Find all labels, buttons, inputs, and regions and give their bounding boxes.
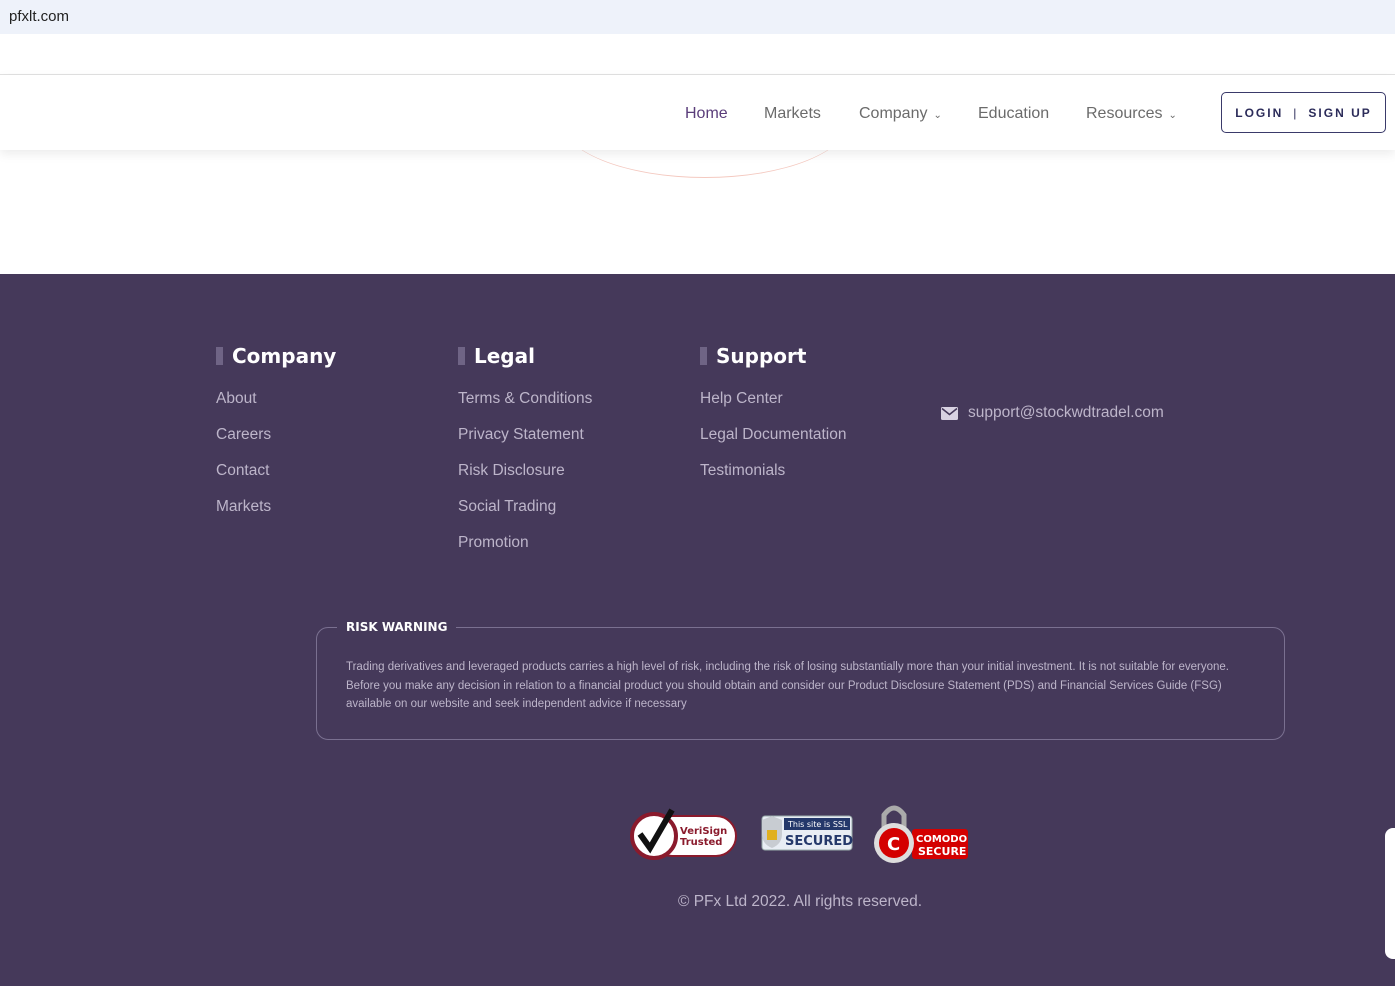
- heading-bar: [216, 347, 223, 365]
- separator: |: [1293, 105, 1299, 120]
- security-badges: VeriSign Trusted This site is SSL SECURE…: [630, 799, 970, 865]
- footer-link-terms[interactable]: Terms & Conditions: [458, 390, 592, 426]
- chevron-down-icon: ⌄: [933, 110, 942, 121]
- url-text: pfxlt.com: [9, 8, 70, 25]
- svg-text:C: C: [887, 834, 900, 855]
- svg-text:Trusted: Trusted: [680, 837, 722, 848]
- nav-resources-label: Resources: [1086, 105, 1163, 122]
- footer-link-legal-docs[interactable]: Legal Documentation: [700, 426, 847, 462]
- email-text: support@stockwdtradel.com: [968, 404, 1164, 421]
- svg-text:COMODO: COMODO: [916, 834, 967, 845]
- side-widget[interactable]: [1385, 828, 1395, 959]
- copyright-text: © PFx Ltd 2022. All rights reserved.: [677, 893, 923, 910]
- verisign-trusted-badge: VeriSign Trusted: [630, 808, 737, 860]
- footer-support-column: Support Help Center Legal Documentation Te…: [700, 344, 847, 498]
- nav-company-label: Company: [859, 105, 928, 122]
- address-bar[interactable]: pfxlt.com: [0, 0, 1395, 34]
- column-title: Support: [716, 344, 807, 368]
- footer-link-promotion[interactable]: Promotion: [458, 534, 592, 570]
- footer-link-risk[interactable]: Risk Disclosure: [458, 462, 592, 498]
- footer-link-social[interactable]: Social Trading: [458, 498, 592, 534]
- login-link[interactable]: LOGIN: [1235, 106, 1283, 120]
- footer-link-careers[interactable]: Careers: [216, 426, 336, 462]
- risk-warning-box: RISK WARNING Trading derivatives and lev…: [316, 620, 1285, 740]
- footer-link-about[interactable]: About: [216, 390, 336, 426]
- support-email[interactable]: support@stockwdtradel.com: [941, 404, 1164, 422]
- footer-link-contact[interactable]: Contact: [216, 462, 336, 498]
- heading-bar: [458, 347, 465, 365]
- footer-link-markets[interactable]: Markets: [216, 498, 336, 534]
- footer-company-column: Company About Careers Contact Markets: [216, 344, 336, 534]
- svg-text:SECURE: SECURE: [918, 845, 966, 858]
- svg-text:SECURED: SECURED: [785, 834, 853, 849]
- envelope-icon: [941, 406, 958, 420]
- footer-legal-column: Legal Terms & Conditions Privacy Statemen…: [458, 344, 592, 570]
- nav-markets[interactable]: Markets: [764, 105, 821, 123]
- nav-education[interactable]: Education: [978, 105, 1049, 123]
- ssl-secured-badge: This site is SSL SECURED: [761, 815, 853, 851]
- footer-link-privacy[interactable]: Privacy Statement: [458, 426, 592, 462]
- chevron-down-icon: ⌄: [1168, 110, 1177, 121]
- column-title: Legal: [474, 344, 535, 368]
- column-title: Company: [232, 344, 337, 368]
- main-nav: Home Markets Company ⌄ Education Resource…: [0, 75, 1395, 150]
- risk-warning-title: RISK WARNING: [337, 620, 457, 634]
- svg-text:VeriSign: VeriSign: [680, 826, 727, 837]
- footer-link-help[interactable]: Help Center: [700, 390, 847, 426]
- nav-company[interactable]: Company ⌄: [859, 105, 942, 123]
- svg-text:This site is SSL: This site is SSL: [787, 820, 848, 829]
- footer: Company About Careers Contact Markets Legal…: [0, 274, 1395, 986]
- nav-resources[interactable]: Resources ⌄: [1086, 105, 1177, 123]
- footer-link-testimonials[interactable]: Testimonials: [700, 462, 847, 498]
- nav-home[interactable]: Home: [685, 105, 728, 123]
- login-signup-button[interactable]: LOGIN | SIGN UP: [1221, 92, 1386, 133]
- signup-link[interactable]: SIGN UP: [1308, 106, 1371, 120]
- heading-bar: [700, 347, 707, 365]
- comodo-secure-badge: C COMODO SECURE: [874, 805, 968, 863]
- risk-warning-text: Trading derivatives and leveraged produc…: [346, 661, 1229, 710]
- copyright: © PFx Ltd 2022. All rights reserved.: [0, 893, 1395, 911]
